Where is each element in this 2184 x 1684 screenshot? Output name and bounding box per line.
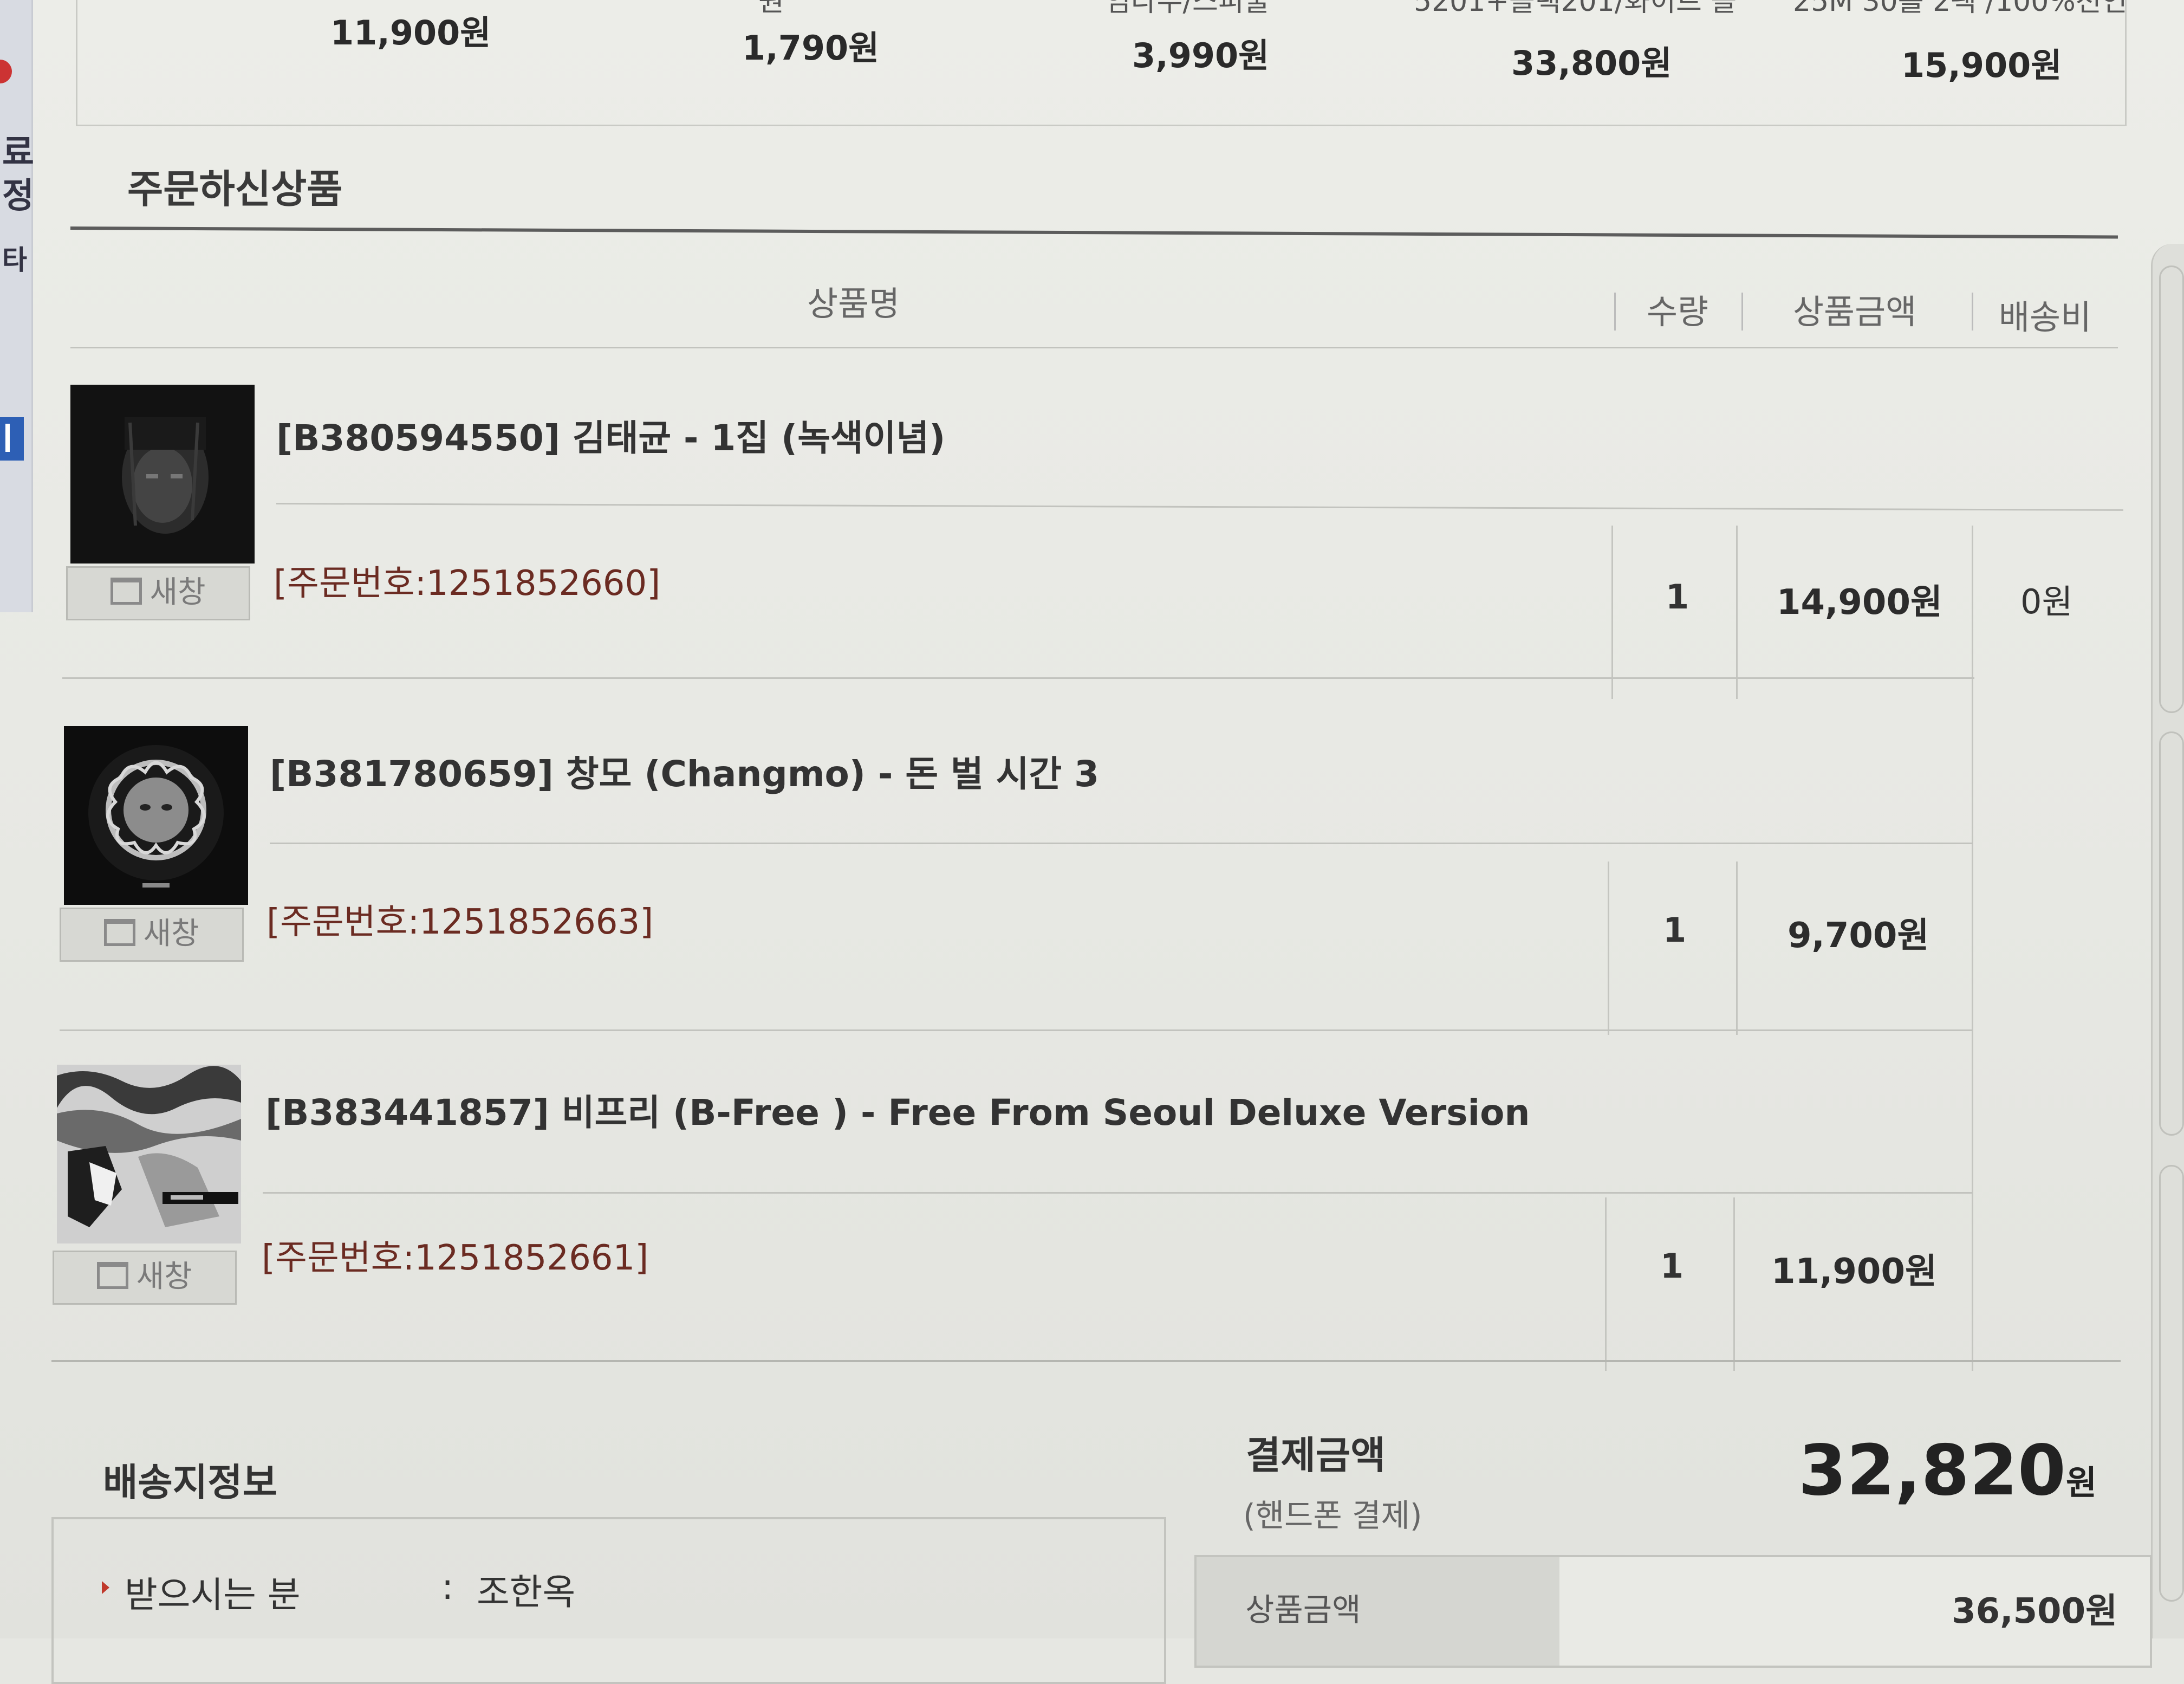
album-cover-2[interactable] (64, 726, 248, 905)
column-separator (1614, 293, 1616, 331)
payment-method: (핸드폰 결제) (1243, 1497, 1422, 1534)
quantity-value: 1 (1666, 577, 1689, 617)
sidebar-fragment: 타 (2, 244, 27, 276)
row-divider (276, 503, 2123, 511)
table-header-top-rule (70, 226, 2118, 239)
price-value: 14,900원 (1777, 582, 1942, 623)
ordered-products-title: 주문하신상품 (127, 166, 343, 212)
order-number: [주문번호:1251852661] (262, 1238, 649, 1278)
quantity-value: 1 (1660, 1246, 1684, 1286)
sidebar-fragment: 정 (2, 176, 34, 216)
order-confirmation-page: 료 정 타 원 임다우/스피물 5201+블랙201/화이트 블 25M 30롤… (0, 0, 2184, 1684)
left-sidebar-edge: 료 정 타 (0, 0, 34, 612)
cell-separator (1733, 1197, 1735, 1371)
column-header-shipping: 배송비 (1999, 297, 2092, 337)
payment-summary-table: 상품금액 36,500원 (1194, 1555, 2152, 1668)
window-icon (104, 919, 136, 946)
delivery-info-title: 배송지정보 (103, 1460, 277, 1505)
column-separator (1741, 293, 1743, 331)
column-header-price: 상품금액 (1793, 292, 1917, 332)
window-icon (110, 578, 142, 605)
cell-separator (1736, 526, 1738, 699)
top-summary-value: 33,800원 (1511, 43, 1672, 83)
recipient-separator: : (441, 1566, 454, 1608)
row-divider (263, 1192, 1972, 1194)
shipping-value: 0원 (2020, 582, 2073, 621)
recipient-label: 받으시는 분 (125, 1574, 301, 1616)
product-title[interactable]: [B381780659] 창모 (Changmo) - 돈 벌 시간 3 (270, 745, 1099, 797)
row-divider (60, 1029, 1972, 1031)
notification-dot (0, 60, 12, 83)
payment-amount-title: 결제금액 (1246, 1433, 1386, 1478)
product-amount-value: 36,500원 (1952, 1591, 2117, 1631)
product-title[interactable]: [B380594550] 김태균 - 1집 (녹색이념) (276, 409, 945, 461)
price-value: 9,700원 (1787, 916, 1929, 956)
cell-separator (1736, 862, 1738, 1035)
top-summary-label: 임다우/스피물 (1105, 0, 1270, 18)
price-value: 11,900원 (1771, 1252, 1937, 1292)
album-cover-3[interactable] (57, 1065, 241, 1243)
top-summary-label: 25M 30롤 2팩 /100%천연 (1793, 0, 2128, 18)
order-number: [주문번호:1251852660] (274, 564, 661, 604)
table-header-bottom-rule (70, 347, 2118, 348)
column-header-product-name: 상품명 (807, 284, 900, 323)
quantity-value: 1 (1663, 910, 1687, 950)
column-header-quantity: 수량 (1647, 292, 1709, 332)
top-summary-value: 11,900원 (330, 13, 491, 53)
table-bottom-rule (51, 1360, 2121, 1362)
top-summary-label: 5201+블랙201/화이트 블 (1414, 0, 1737, 18)
sidebar-tab[interactable] (0, 417, 24, 461)
window-icon (97, 1262, 129, 1289)
payment-total-value: 32,820 (1798, 1430, 2066, 1511)
top-summary-value: 1,790원 (742, 28, 880, 68)
album-cover-1[interactable] (70, 385, 255, 564)
sidebar-fragment: 료 (2, 133, 34, 173)
top-summary-label: 원 (758, 0, 784, 18)
cell-separator (1605, 1197, 1607, 1371)
bullet-arrow-icon (102, 1581, 109, 1594)
cell-separator (1611, 526, 1613, 699)
row-divider (270, 843, 1973, 844)
new-window-button[interactable]: 새창 (53, 1251, 237, 1305)
recipient-name: 조한옥 (477, 1571, 576, 1613)
order-number: [주문번호:1251852663] (266, 902, 654, 942)
row-divider (62, 677, 1974, 679)
product-title[interactable]: [B383441857] 비프리 (B-Free ) - Free From S… (265, 1084, 1530, 1136)
cell-separator (1972, 526, 1973, 1371)
right-scroll-panel[interactable] (2151, 244, 2184, 1638)
new-window-button[interactable]: 새창 (66, 566, 250, 620)
payment-total-unit: 원 (2065, 1463, 2097, 1502)
column-separator (1972, 293, 1973, 331)
product-amount-label: 상품금액 (1245, 1591, 1361, 1628)
new-window-button[interactable]: 새창 (60, 908, 244, 962)
cell-separator (1608, 862, 1609, 1035)
payment-total: 32,820원 (1798, 1430, 2097, 1511)
top-summary-value: 15,900원 (1901, 46, 2062, 85)
top-summary-value: 3,990원 (1132, 36, 1270, 75)
